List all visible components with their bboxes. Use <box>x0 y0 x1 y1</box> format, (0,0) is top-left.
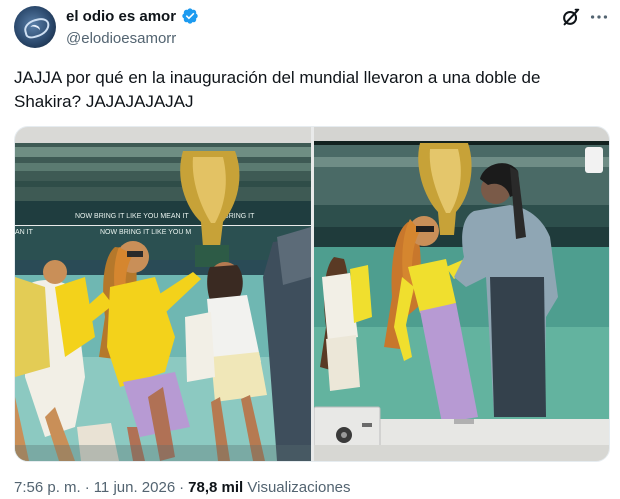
verified-badge-icon <box>182 8 198 24</box>
author-avatar[interactable] <box>14 6 56 48</box>
tweet-meta: 7:56 p. m. · 11 jun. 2026 · 78,8 mil Visuali… <box>14 479 351 496</box>
svg-text:NOW BRING IT LIKE YOU MEAN IT: NOW BRING IT LIKE YOU MEAN IT <box>75 213 189 220</box>
svg-text:NOW BRING IT LIKE YOU M: NOW BRING IT LIKE YOU M <box>100 229 191 236</box>
photo-2-illustration <box>314 127 609 461</box>
media-photo-2[interactable] <box>314 127 609 461</box>
author-handle[interactable]: @elodioesamorr <box>66 30 176 47</box>
tv-logo <box>585 147 603 173</box>
views-count[interactable]: 78,8 mil <box>188 479 243 496</box>
tweet-time[interactable]: 7:56 p. m. <box>14 479 81 496</box>
author-name-row: el odio es amor <box>66 7 199 25</box>
photo-1-illustration: NOW BRING IT LIKE YOU MEAN IT NOW BRING … <box>15 127 311 461</box>
meta-separator-2: · <box>179 479 185 496</box>
tweet-media[interactable]: NOW BRING IT LIKE YOU MEAN IT NOW BRING … <box>14 126 610 462</box>
svg-text:AN IT: AN IT <box>15 229 34 236</box>
author-display-name[interactable]: el odio es amor <box>66 8 176 25</box>
views-label: Visualizaciones <box>247 479 351 496</box>
tweet-date[interactable]: 11 jun. 2026 <box>94 479 175 496</box>
tweet-text: JAJJA por qué en la inauguración del mun… <box>14 68 541 111</box>
media-photo-1[interactable]: NOW BRING IT LIKE YOU MEAN IT NOW BRING … <box>15 127 311 461</box>
meta-separator: · <box>84 479 90 496</box>
more-options-icon[interactable] <box>588 6 610 28</box>
grok-icon[interactable] <box>560 6 582 28</box>
